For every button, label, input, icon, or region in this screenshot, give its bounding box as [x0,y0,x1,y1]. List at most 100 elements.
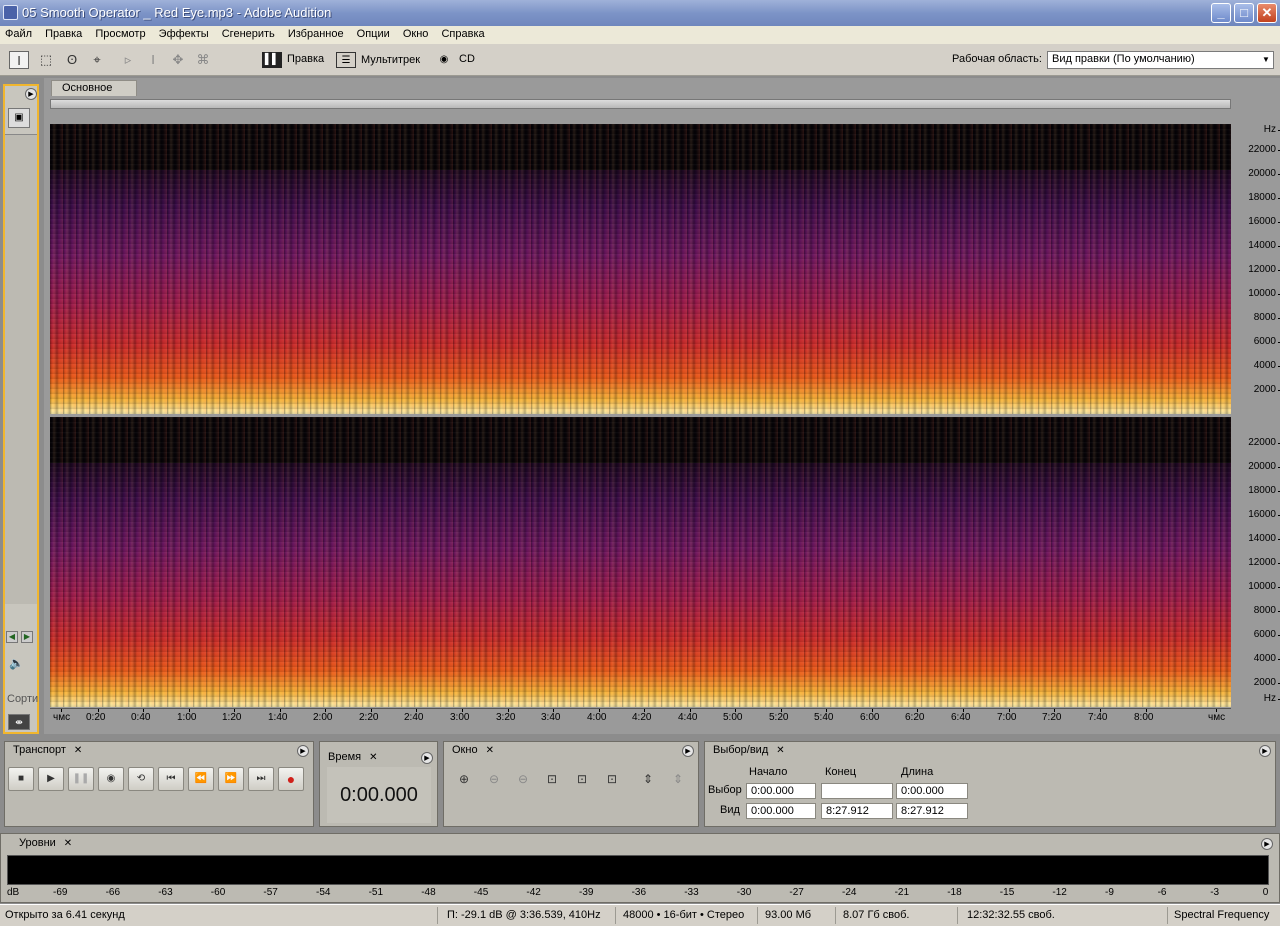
cd-view-button[interactable]: ◉ CD [434,52,475,70]
move-tool-icon[interactable]: ▹ [118,51,138,69]
menu-view[interactable]: Просмотр [90,26,150,40]
view-length-field[interactable]: 8:27.912 [896,803,968,819]
zoom-right-edge-icon[interactable]: ⊡ [601,768,623,790]
zoom-in-vertical-icon[interactable]: ⇕ [637,768,659,790]
level-scale-label: -39 [579,887,594,898]
edit-view-button[interactable]: ▌▌ Правка [262,52,324,70]
menu-favorites[interactable]: Избранное [283,26,349,40]
panel-menu-icon[interactable]: ▶ [682,745,694,757]
go-to-start-button[interactable]: ⏮ [158,767,184,791]
hybrid-tool-icon[interactable]: ✥ [168,51,188,69]
transport-panel: Транспорт ✕ ▶ ■ ▶ ❚❚ ◉ ⟲ ⏮ ⏪ ⏩ ⏭ ● [4,741,314,827]
close-icon[interactable]: ✕ [64,838,72,849]
chevron-down-icon[interactable]: ▼ [1259,52,1273,68]
time-ruler-tick [143,709,144,712]
insert-icon[interactable]: ⇼ [8,714,30,730]
time-ruler-label: 2:40 [404,712,424,723]
scroll-left-icon[interactable]: ◀ [6,631,18,643]
workspace-label: Рабочая область: [952,53,1042,65]
play-button[interactable]: ▶ [38,767,64,791]
time-tool-icon[interactable]: I [143,51,163,69]
zoom-out-vertical-icon[interactable]: ⇕ [667,768,689,790]
zoom-out-full-icon[interactable]: ⊖ [512,768,534,790]
level-scale-label: -27 [789,887,804,898]
files-view-icon[interactable]: ▣ [8,108,30,128]
pause-button[interactable]: ❚❚ [68,767,94,791]
time-ruler-label: чмс [1208,712,1226,723]
time-ruler-tick [98,709,99,712]
selection-start-field[interactable]: 0:00.000 [746,783,816,799]
level-scale-label: -6 [1157,887,1167,898]
menu-window[interactable]: Окно [398,26,434,40]
record-button[interactable]: ● [278,767,304,791]
effects-paintbrush-tool-icon[interactable]: ⌖ [87,51,107,69]
scroll-right-icon[interactable]: ▶ [21,631,33,643]
zoom-in-horizontal-icon[interactable]: ⊕ [453,768,475,790]
lasso-tool-icon[interactable]: ʘ [62,51,82,69]
zoom-header: Окно ✕ [452,744,494,756]
sort-label: Сорти [7,693,39,705]
time-ruler-label: 4:20 [632,712,652,723]
close-icon[interactable]: ✕ [74,745,82,756]
audition-app-icon[interactable] [3,5,18,20]
close-icon[interactable]: ✕ [486,745,494,756]
workspace-value: Вид правки (По умолчанию) [1052,53,1195,65]
time-ruler-label: 8:00 [1134,712,1154,723]
rewind-button[interactable]: ⏪ [188,767,214,791]
time-ruler[interactable]: чмс 0:20 0:40 1:00 1:20 1:40 2:00 2:20 2:40 3:00 3… [50,708,1231,726]
overview-scrollbar[interactable] [50,99,1231,109]
close-icon[interactable]: ✕ [369,752,377,763]
panel-menu-icon[interactable]: ▶ [1259,745,1271,757]
level-scale-label: 0 [1262,887,1269,898]
menu-file[interactable]: Файл [0,26,37,40]
selection-length-field[interactable]: 0:00.000 [896,783,968,799]
tab-main[interactable]: Основное [51,80,137,96]
panel-menu-icon[interactable]: ▶ [25,88,37,100]
workspace-select[interactable]: Вид правки (По умолчанию) ▼ [1047,51,1274,69]
speaker-icon[interactable]: 🔈 [9,656,24,670]
level-scale-label: -12 [1052,887,1067,898]
time-ruler-label: 3:00 [450,712,470,723]
stop-button[interactable]: ■ [8,767,34,791]
fast-forward-button[interactable]: ⏩ [218,767,244,791]
marquee-tool-icon[interactable]: ⬚ [36,51,56,69]
hz-label: 18000 [1248,192,1280,203]
view-start-field[interactable]: 0:00.000 [746,803,816,819]
zoom-left-edge-icon[interactable]: ⊡ [571,768,593,790]
hz-label: Hz [1263,693,1280,704]
close-icon[interactable]: ✕ [776,745,784,756]
zoom-to-selection-icon[interactable]: ⊡ [541,768,563,790]
play-to-end-button[interactable]: ◉ [98,767,124,791]
level-scale-label: -45 [473,887,489,898]
spectrogram-left-channel[interactable] [50,124,1231,414]
menu-edit[interactable]: Правка [40,26,87,40]
time-selection-tool-icon[interactable]: I [9,51,29,69]
spectrogram-right-channel[interactable] [50,417,1231,707]
panel-menu-icon[interactable]: ▶ [421,752,433,764]
maximize-button[interactable]: □ [1234,3,1254,23]
status-opened: Открыто за 6.41 секунд [5,909,125,921]
loop-button[interactable]: ⟲ [128,767,154,791]
multitrack-view-button[interactable]: ☰ Мультитрек [336,52,420,70]
time-ruler-tick [325,709,326,712]
scrub-tool-icon[interactable]: ⌘ [193,51,213,69]
panel-menu-icon[interactable]: ▶ [1261,838,1273,850]
file-list[interactable] [5,134,37,604]
menu-effects[interactable]: Эффекты [154,26,214,40]
status-view-mode[interactable]: Spectral Frequency [1174,909,1269,921]
close-button[interactable]: ✕ [1257,3,1277,23]
menu-generate[interactable]: Сгенерить [217,26,280,40]
time-ruler-label: чмс [53,712,71,723]
panel-menu-icon[interactable]: ▶ [297,745,309,757]
view-row-label: Вид [720,804,740,816]
menu-help[interactable]: Справка [436,26,489,40]
menu-options[interactable]: Опции [352,26,395,40]
level-scale-label: -24 [842,887,857,898]
levels-panel: Уровни ✕ ▶ dB -69 -66 -63 -60 -57 -54 -51 -48 -45-… [0,833,1280,903]
go-to-end-button[interactable]: ⏭ [248,767,274,791]
selection-end-field[interactable] [821,783,893,799]
hz-label: 16000 [1248,509,1280,520]
zoom-out-horizontal-icon[interactable]: ⊖ [483,768,505,790]
minimize-button[interactable]: _ [1211,3,1231,23]
view-end-field[interactable]: 8:27.912 [821,803,893,819]
